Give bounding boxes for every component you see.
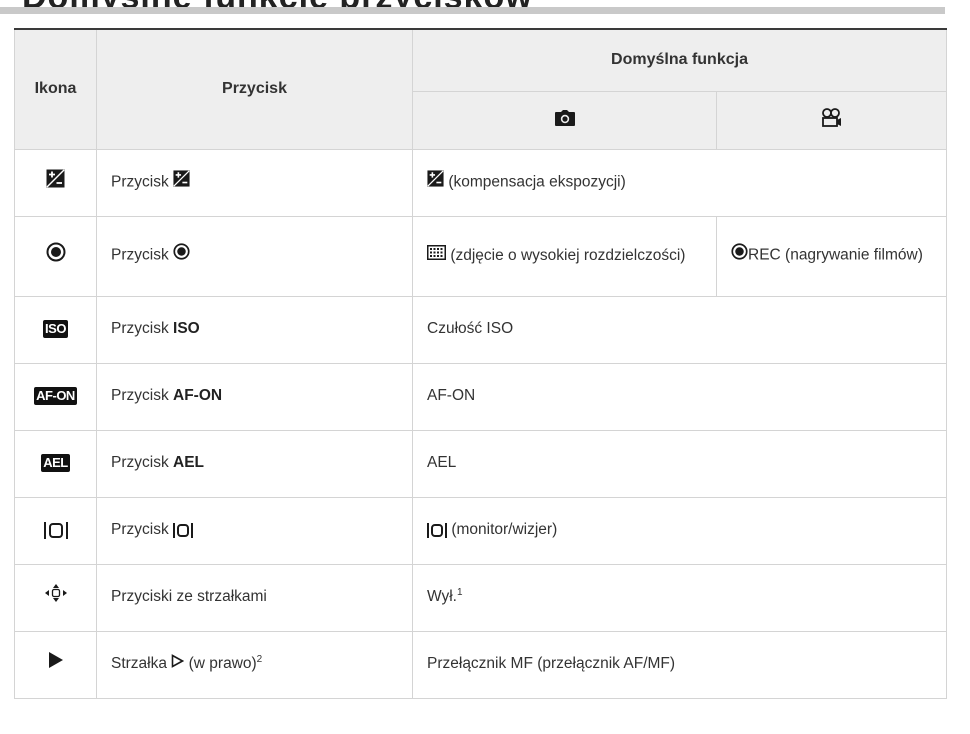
monitor-viewfinder-icon: [427, 522, 447, 538]
header-icon: Ikona: [14, 28, 97, 150]
row-icon-cell: ISO: [14, 295, 97, 364]
button-name: Przycisk: [111, 387, 169, 405]
table-row: AEL Przycisk AEL AEL: [14, 429, 947, 498]
row-function-cell: (kompensacja ekspozycji): [412, 148, 947, 217]
arrow-pad-icon: [44, 583, 68, 611]
record-icon: [46, 242, 66, 270]
row-function-movie-cell: REC (nagrywanie filmów): [716, 215, 947, 297]
row-button-cell: Przyciski ze strzałkami: [96, 563, 413, 632]
exposure-compensation-icon: [173, 170, 190, 195]
table-row: Przycisk (monitor/wizjer): [14, 496, 947, 565]
row-function-cell: Przełącznik MF (przełącznik AF/MF): [412, 630, 947, 699]
camera-icon: [554, 109, 575, 131]
exposure-compensation-icon: [427, 170, 444, 195]
table-row: Strzałka (w prawo)2 Przełącznik MF (prze…: [14, 630, 947, 699]
button-name: Przycisk: [111, 454, 169, 472]
function-text: AEL: [427, 454, 457, 472]
footnote-marker: 1: [457, 587, 463, 599]
record-icon: [173, 243, 190, 268]
function-text: (monitor/wizjer): [451, 521, 558, 539]
heading-rule: [0, 7, 945, 14]
movie-camera-icon: [821, 108, 842, 132]
row-button-cell: Przycisk: [96, 148, 413, 217]
button-name: Przycisk: [111, 320, 169, 338]
row-function-photo-cell: (zdjęcie o wysokiej rozdzielczości): [412, 215, 717, 297]
monitor-viewfinder-icon: [43, 521, 68, 539]
button-name-suffix: (w prawo): [188, 655, 257, 673]
row-icon-cell: [14, 148, 97, 217]
table-row: Przyciski ze strzałkami Wył.1: [14, 563, 947, 632]
row-icon-cell: AF-ON: [14, 362, 97, 431]
row-button-cell: Przycisk AF-ON: [96, 362, 413, 431]
subheader-photo: [412, 90, 717, 150]
button-name: Strzałka: [111, 655, 167, 673]
section-heading-fragment: Domyślne funkcje przycisków: [0, 0, 970, 14]
row-icon-cell: [14, 563, 97, 632]
function-text: (zdjęcie o wysokiej rozdzielczości): [450, 247, 686, 265]
row-function-cell: (monitor/wizjer): [412, 496, 947, 565]
button-name-bold: AF-ON: [173, 387, 223, 405]
right-triangle-outline-icon: [171, 652, 185, 676]
play-icon: [48, 651, 64, 677]
button-name: Przycisk: [111, 521, 169, 539]
header-default-function: Domyślna funkcja: [412, 28, 947, 92]
function-text: Wył.: [427, 588, 457, 606]
row-function-cell: Wył.1: [412, 563, 947, 632]
exposure-compensation-icon: [46, 169, 65, 196]
button-functions-table: Ikona Przycisk Domyślna funkcja Przycisk…: [14, 28, 947, 699]
row-button-cell: Strzałka (w prawo)2: [96, 630, 413, 699]
iso-badge-icon: ISO: [43, 320, 68, 339]
row-button-cell: Przycisk: [96, 496, 413, 565]
high-res-shot-icon: [427, 244, 446, 268]
row-icon-cell: [14, 215, 97, 297]
function-text: AF-ON: [427, 387, 476, 405]
function-text: REC (nagrywanie filmów): [748, 247, 923, 265]
button-name: Przyciski ze strzałkami: [111, 588, 267, 606]
function-text: Czułość ISO: [427, 320, 514, 338]
subheader-movie: [716, 90, 947, 150]
ael-badge-icon: AEL: [41, 454, 70, 473]
function-text: Przełącznik MF (przełącznik AF/MF): [427, 655, 676, 673]
function-text: (kompensacja ekspozycji): [448, 173, 626, 191]
table-header-row: Ikona Przycisk Domyślna funkcja: [14, 28, 947, 150]
table-row: Przycisk (kompensacja ekspozycji): [14, 148, 947, 217]
header-button: Przycisk: [96, 28, 413, 150]
button-name-bold: ISO: [173, 320, 200, 338]
record-icon: [731, 243, 748, 268]
row-button-cell: Przycisk AEL: [96, 429, 413, 498]
af-on-badge-icon: AF-ON: [34, 387, 77, 406]
table-row: Przycisk (zdjęcie o wysokiej rozdzielczo…: [14, 215, 947, 297]
row-icon-cell: AEL: [14, 429, 97, 498]
table-row: AF-ON Przycisk AF-ON AF-ON: [14, 362, 947, 431]
row-icon-cell: [14, 496, 97, 565]
table-row: ISO Przycisk ISO Czułość ISO: [14, 295, 947, 364]
button-name-bold: AEL: [173, 454, 205, 472]
row-function-cell: AF-ON: [412, 362, 947, 431]
button-name: Przycisk: [111, 247, 169, 265]
row-button-cell: Przycisk: [96, 215, 413, 297]
row-button-cell: Przycisk ISO: [96, 295, 413, 364]
button-name: Przycisk: [111, 173, 169, 191]
row-function-cell: Czułość ISO: [412, 295, 947, 364]
monitor-viewfinder-icon: [173, 522, 194, 538]
row-function-cell: AEL: [412, 429, 947, 498]
footnote-marker: 2: [256, 654, 263, 666]
row-icon-cell: [14, 630, 97, 699]
